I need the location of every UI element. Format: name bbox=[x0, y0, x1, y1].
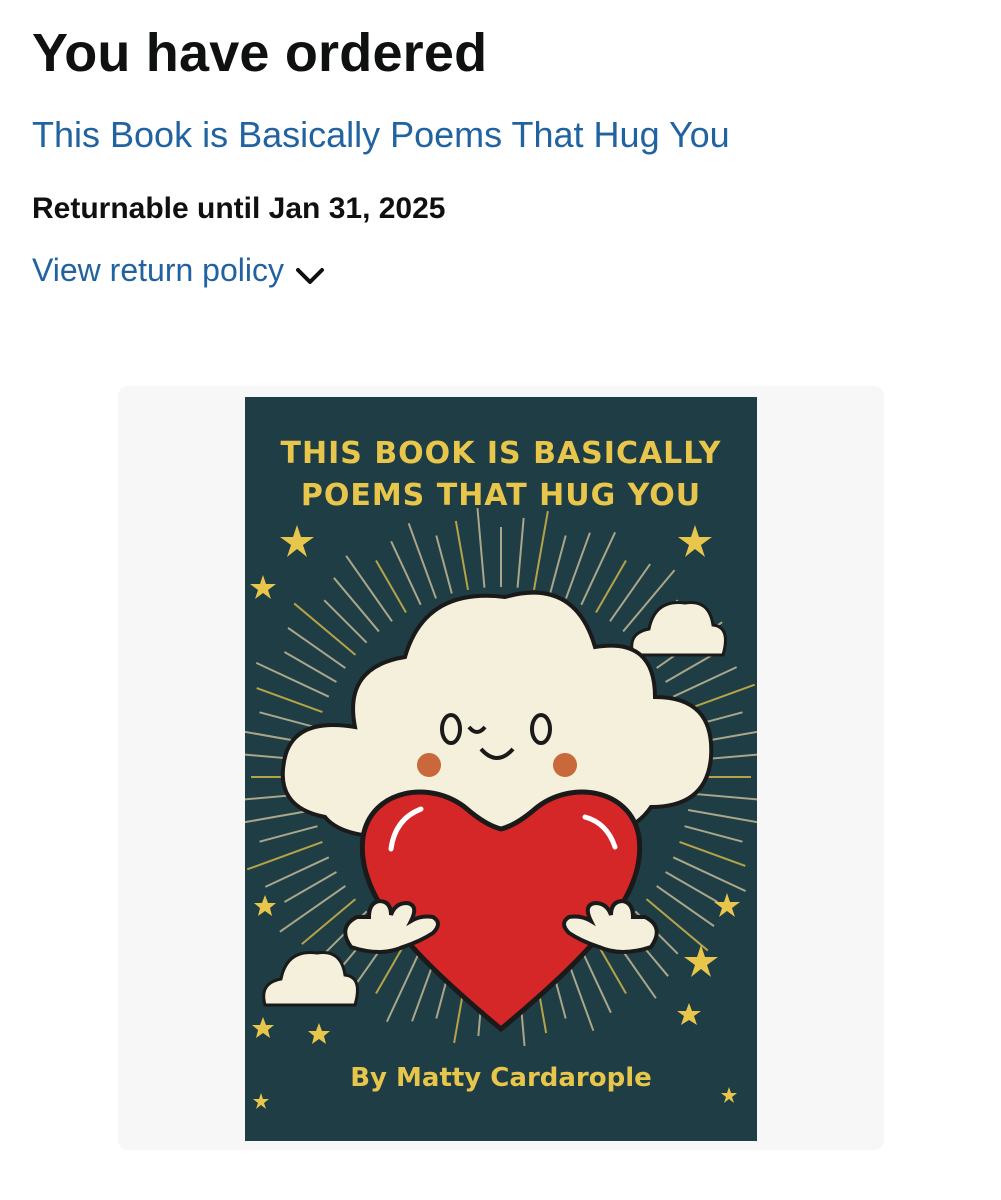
small-cloud-left bbox=[262, 950, 359, 1007]
sun-ray bbox=[565, 532, 591, 599]
sun-ray bbox=[516, 517, 525, 588]
sun-ray bbox=[684, 825, 743, 843]
sun-ray bbox=[287, 627, 346, 669]
sun-ray bbox=[259, 711, 318, 729]
sun-ray bbox=[259, 825, 318, 843]
cheek-left bbox=[417, 753, 441, 777]
sun-ray bbox=[435, 535, 453, 594]
sun-ray bbox=[454, 520, 469, 591]
cover-title-line-2: POEMS THAT HUG YOU bbox=[300, 478, 702, 513]
returnable-until-text: Returnable until Jan 31, 2025 bbox=[32, 192, 446, 225]
book-cover-image[interactable]: THIS BOOK IS BASICALLY POEMS THAT HUG YO… bbox=[245, 397, 757, 1141]
sun-ray bbox=[609, 563, 651, 622]
sun-ray bbox=[279, 885, 346, 933]
sun-ray bbox=[293, 602, 357, 656]
return-policy-toggle[interactable]: View return policy bbox=[32, 252, 326, 289]
sun-ray bbox=[549, 535, 567, 594]
chevron-down-icon[interactable] bbox=[294, 266, 326, 286]
product-title-link[interactable]: This Book is Basically Poems That Hug Yo… bbox=[32, 114, 730, 156]
sun-ray bbox=[533, 510, 549, 591]
sun-ray bbox=[656, 885, 715, 927]
sun-ray bbox=[679, 841, 746, 867]
sun-ray bbox=[345, 555, 393, 622]
page-title: You have ordered bbox=[32, 23, 488, 83]
sun-ray bbox=[476, 507, 486, 588]
sun-ray bbox=[333, 577, 380, 633]
cover-title-line-1: THIS BOOK IS BASICALLY bbox=[280, 436, 722, 471]
sun-ray bbox=[323, 599, 368, 644]
small-cloud-right bbox=[630, 600, 727, 657]
sun-ray bbox=[687, 809, 757, 824]
sun-ray bbox=[690, 792, 757, 801]
sun-ray bbox=[256, 687, 323, 713]
cover-title: THIS BOOK IS BASICALLY POEMS THAT HUG YO… bbox=[245, 433, 757, 517]
cover-author: By Matty Cardarople bbox=[350, 1063, 652, 1093]
cheek-right bbox=[553, 753, 577, 777]
return-policy-link[interactable]: View return policy bbox=[32, 252, 284, 289]
order-confirmation-page: You have ordered This Book is Basically … bbox=[0, 0, 1001, 1200]
